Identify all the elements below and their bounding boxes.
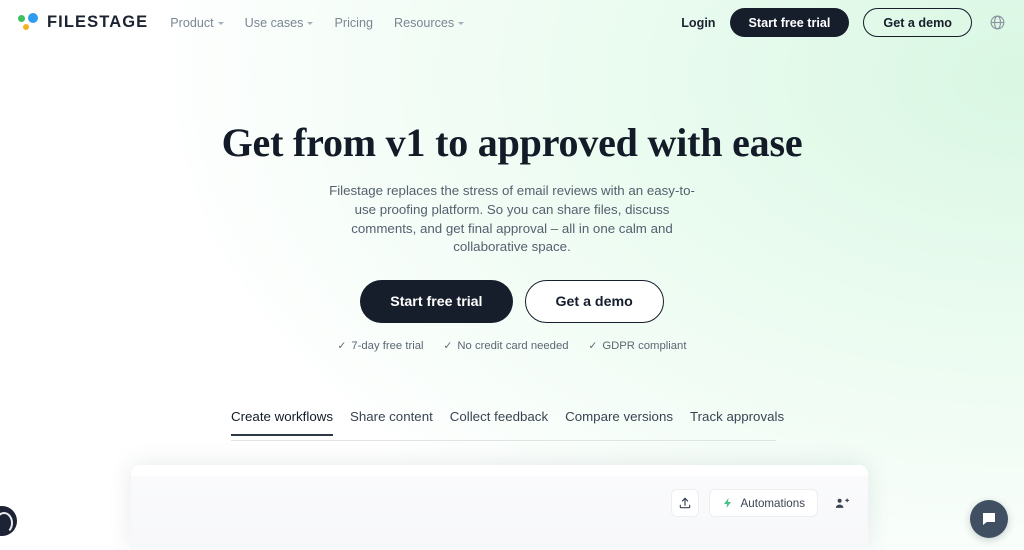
check-icon: ✓ (588, 340, 598, 353)
tab-create-workflows[interactable]: Create workflows (231, 409, 333, 436)
app-preview-panel: Automations (131, 465, 868, 550)
header-start-free-trial-button[interactable]: Start free trial (729, 8, 850, 37)
upload-button[interactable] (670, 489, 699, 517)
automations-label: Automations (740, 496, 805, 510)
chevron-down-icon (217, 22, 224, 25)
chevron-down-icon (307, 22, 314, 25)
app-preview-toolbar: Automations (131, 476, 868, 550)
nav-item-resources[interactable]: Resources (393, 15, 465, 30)
header-get-a-demo-button[interactable]: Get a demo (863, 8, 972, 37)
add-person-icon (835, 498, 849, 508)
page-title: Get from v1 to approved with ease (221, 120, 803, 165)
upload-icon (679, 497, 690, 509)
language-selector-button[interactable] (986, 12, 1008, 34)
main-nav: Product Use cases Pricing Resources (170, 15, 465, 30)
tab-share-content[interactable]: Share content (350, 409, 433, 436)
feature-tabs: Create workflows Share content Collect f… (231, 409, 784, 436)
perk-free-trial: ✓ 7-day free trial (338, 340, 424, 352)
hero-get-a-demo-button[interactable]: Get a demo (524, 280, 664, 324)
login-link[interactable]: Login (681, 16, 715, 30)
tab-track-approvals[interactable]: Track approvals (690, 409, 784, 436)
tab-compare-versions[interactable]: Compare versions (565, 409, 673, 436)
hero-start-free-trial-button[interactable]: Start free trial (360, 280, 513, 324)
hero-subtitle: Filestage replaces the stress of email r… (329, 182, 695, 255)
site-header: FILESTAGE Product Use cases Pricing Reso… (0, 0, 1024, 45)
filestage-logo-icon (18, 12, 40, 33)
automations-button[interactable]: Automations (708, 489, 818, 517)
cookie-consent-button[interactable] (0, 506, 17, 536)
nav-item-use-cases[interactable]: Use cases (245, 16, 314, 30)
brand-name: FILESTAGE (47, 13, 149, 31)
chevron-down-icon (458, 22, 465, 25)
tabs-divider (231, 440, 776, 441)
invite-members-button[interactable] (828, 490, 854, 516)
logo-dot-green-icon (18, 14, 25, 22)
perk-label: No credit card needed (457, 340, 569, 353)
nav-item-label: Use cases (244, 15, 304, 30)
perk-no-credit-card: ✓ No credit card needed (444, 340, 569, 352)
check-icon: ✓ (337, 340, 347, 353)
logo-dot-blue-icon (28, 12, 38, 23)
logo-dot-yellow-icon (23, 23, 29, 30)
chat-bubble-icon (983, 513, 995, 525)
hero-cta-row: Start free trial Get a demo (0, 280, 1024, 324)
check-icon: ✓ (443, 340, 453, 353)
page-root: FILESTAGE Product Use cases Pricing Reso… (0, 0, 1024, 550)
hero-section: Get from v1 to approved with ease Filest… (0, 45, 1024, 352)
nav-item-label: Resources (393, 15, 455, 30)
chat-support-button[interactable] (970, 500, 1008, 538)
perk-label: GDPR compliant (602, 340, 687, 353)
perk-gdpr: ✓ GDPR compliant (589, 340, 687, 352)
nav-item-pricing[interactable]: Pricing (334, 16, 373, 30)
perk-label: 7-day free trial (351, 340, 424, 353)
nav-item-label: Product (170, 15, 214, 30)
app-preview-topbar (131, 465, 868, 476)
lightning-bolt-icon (723, 498, 731, 508)
brand-logo[interactable]: FILESTAGE (18, 12, 149, 33)
hero-perks-list: ✓ 7-day free trial ✓ No credit card need… (0, 340, 1024, 352)
header-actions: Login Start free trial Get a demo (681, 8, 1008, 37)
globe-icon (990, 15, 1004, 30)
tab-collect-feedback[interactable]: Collect feedback (450, 409, 548, 436)
nav-item-product[interactable]: Product (170, 15, 224, 30)
